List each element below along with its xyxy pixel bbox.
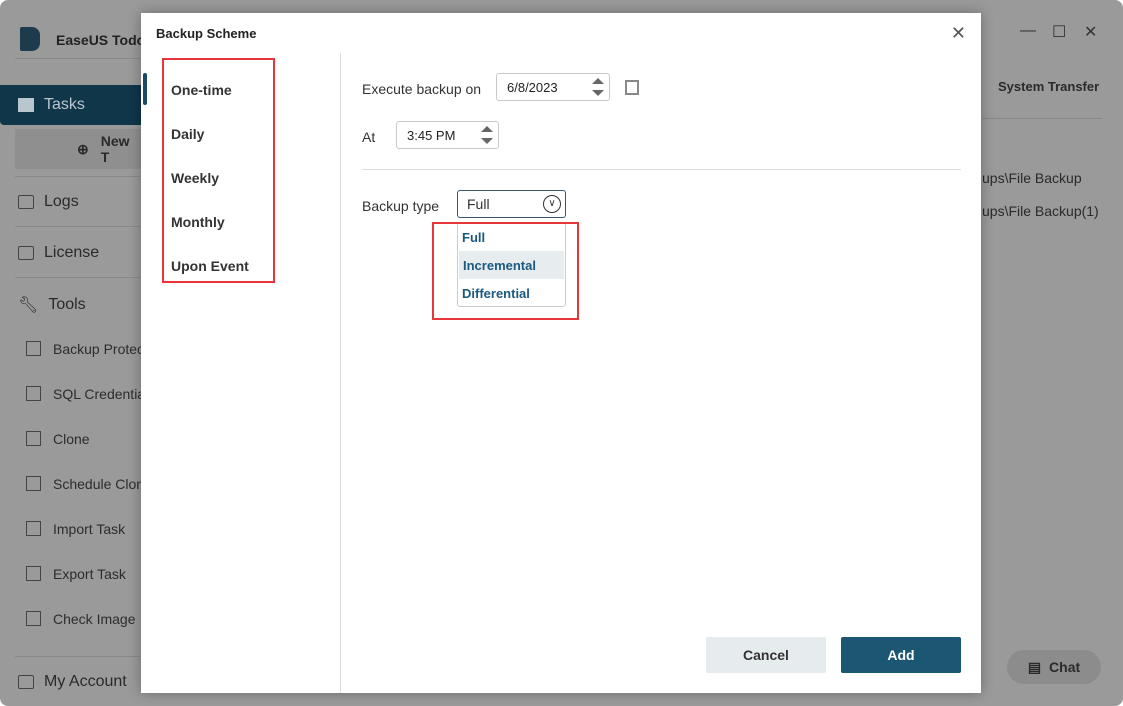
check-image-icon [26,611,41,626]
date-input[interactable]: 6/8/2023 [496,73,610,101]
app-brand: EaseUS Todo [56,32,146,48]
maximize-icon[interactable]: ☐ [1052,22,1066,42]
divider [15,277,140,278]
cancel-button[interactable]: Cancel [706,637,826,673]
nav-tools[interactable]: 🔧︎ Tools [18,295,86,315]
up-arrow-icon[interactable] [481,126,493,132]
add-button[interactable]: Add [841,637,961,673]
backup-type-value: Full [467,196,490,212]
nav-tools-label: Tools [48,296,86,313]
backup-scheme-dialog: Backup Scheme ✕ One-time Daily Weekly Mo… [141,13,981,693]
nav-license[interactable]: License [18,244,99,262]
app-logo [20,27,40,51]
divider [982,118,1102,119]
nav-logs[interactable]: Logs [18,193,79,211]
license-icon [18,246,34,260]
close-icon[interactable]: ✕ [951,23,966,44]
wrench-icon: 🔧︎ [18,297,39,314]
nav-tasks[interactable]: Tasks [0,85,141,125]
window-close-icon[interactable]: ✕ [1084,22,1097,42]
down-arrow-icon[interactable] [592,90,604,96]
divider [362,169,961,170]
account-icon [18,675,34,689]
time-value: 3:45 PM [407,127,456,143]
highlight-box [432,222,579,320]
task-path[interactable]: ups\File Backup(1) [982,203,1099,219]
time-input[interactable]: 3:45 PM [396,121,499,149]
system-transfer-button[interactable]: System Transfer [998,79,1099,94]
highlight-box [162,58,275,283]
execute-label: Execute backup on [362,81,482,97]
nav-tasks-label: Tasks [44,96,85,113]
nav-license-label: License [44,244,100,261]
divider [15,176,140,177]
divider [15,58,140,59]
tool-export-task[interactable]: Export Task [53,566,126,582]
at-label: At [362,129,376,145]
dialog-title: Backup Scheme [156,26,257,41]
tool-clone[interactable]: Clone [53,431,90,447]
up-arrow-icon[interactable] [592,78,604,84]
task-path[interactable]: ups\File Backup [982,170,1082,186]
tool-backup-protect[interactable]: Backup Protec [53,341,144,357]
backup-protect-icon [26,341,41,356]
new-task-label: New T [100,133,130,165]
plus-circle-icon: ⊕ [77,140,89,157]
nav-my-account-label: My Account [44,673,127,690]
tool-check-image[interactable]: Check Image [53,611,135,627]
backup-type-select[interactable]: Full ∨ [457,190,566,218]
tasks-icon [18,98,34,112]
nav-my-account[interactable]: My Account [18,673,127,691]
nav-logs-label: Logs [44,193,79,210]
export-icon [26,566,41,581]
date-value: 6/8/2023 [507,79,558,95]
chat-icon: ▤ [1027,658,1042,675]
import-icon [26,521,41,536]
clone-icon [26,431,41,446]
new-task-button[interactable]: ⊕ New T [15,129,141,169]
logs-icon [18,195,34,209]
chat-button[interactable]: ▤ Chat [1007,650,1101,684]
chevron-down-icon: ∨ [543,195,561,213]
schedule-clone-icon [26,476,41,491]
tool-import-task[interactable]: Import Task [53,521,125,537]
tool-schedule-clone[interactable]: Schedule Clone [53,476,152,492]
sql-credential-icon [26,386,41,401]
minimize-icon[interactable]: — [1020,22,1036,40]
divider [15,226,140,227]
chat-label: Chat [1049,659,1081,675]
tool-sql-credential[interactable]: SQL Credentia [53,386,145,402]
calendar-icon[interactable] [625,80,639,95]
selected-indicator [143,73,147,105]
backup-type-label: Backup type [362,198,440,214]
down-arrow-icon[interactable] [481,138,493,144]
divider [15,656,140,657]
